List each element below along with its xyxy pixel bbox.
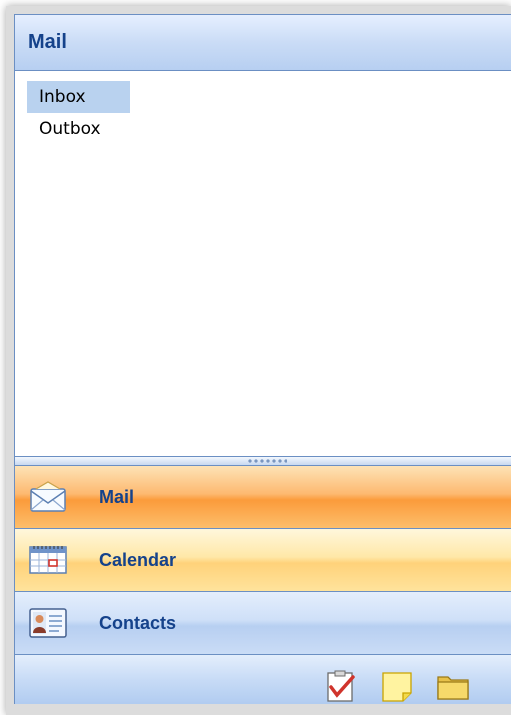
pane-splitter[interactable]: [15, 456, 511, 466]
tasks-icon[interactable]: [323, 669, 359, 703]
envelope-icon: [30, 481, 66, 512]
navigation-pane: Mail Inbox Outbox Mail Calendar Contacts: [14, 14, 511, 704]
nav-button-mail[interactable]: Mail: [15, 466, 511, 529]
window-frame: Mail Inbox Outbox Mail Calendar Contacts: [0, 0, 511, 715]
pane-header: Mail: [15, 15, 511, 71]
splitter-grip[interactable]: [247, 459, 287, 463]
nav-label-mail: Mail: [99, 487, 135, 507]
folder-item-outbox[interactable]: Outbox: [27, 113, 113, 145]
pane-title: Mail: [28, 31, 67, 53]
nav-label-contacts: Contacts: [99, 613, 177, 633]
folder-item-inbox[interactable]: Inbox: [27, 81, 130, 113]
nav-label-calendar: Calendar: [99, 550, 177, 570]
contact-card-icon: [29, 608, 67, 638]
folder-list: Inbox Outbox: [15, 71, 511, 461]
pane-footer-toolbar: [15, 655, 511, 704]
folder-icon[interactable]: [435, 669, 471, 703]
notes-icon[interactable]: [379, 669, 415, 703]
calendar-icon: [29, 546, 67, 574]
nav-button-contacts[interactable]: Contacts: [15, 592, 511, 655]
nav-button-calendar[interactable]: Calendar: [15, 529, 511, 592]
